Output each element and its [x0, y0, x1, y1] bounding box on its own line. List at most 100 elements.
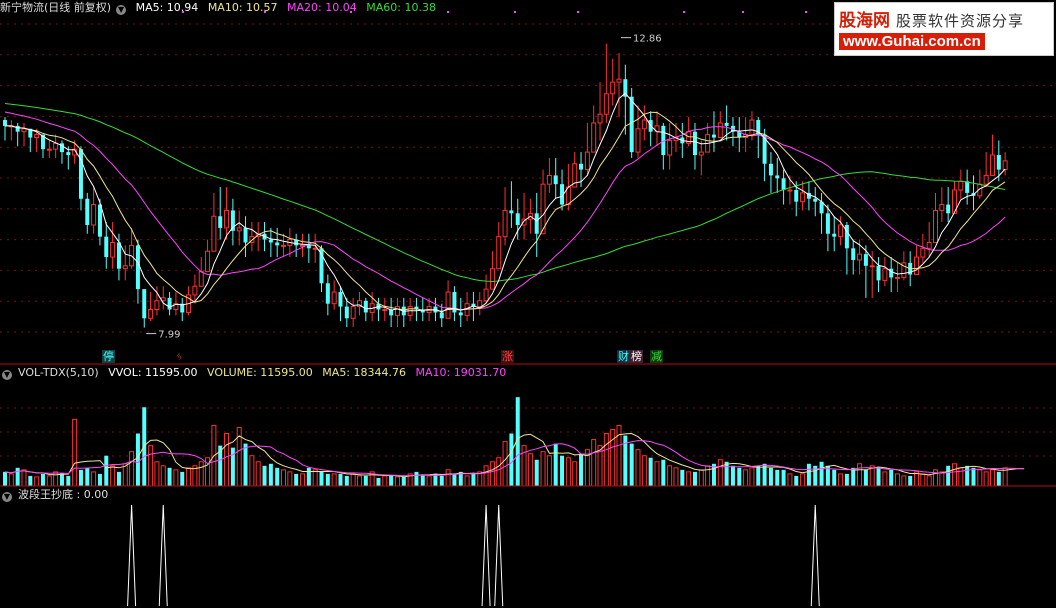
candle-body	[989, 154, 995, 176]
volume-bar	[775, 469, 780, 486]
event-marker-reduce[interactable]: 减	[650, 350, 663, 363]
volume-bar	[338, 473, 343, 486]
candle-body	[3, 120, 7, 126]
candle-body	[122, 265, 128, 270]
volume-bar	[401, 476, 406, 486]
candle-body	[926, 241, 932, 249]
candle-body	[91, 204, 97, 226]
candle-body	[641, 119, 647, 130]
volume-bar	[560, 455, 565, 486]
volume-bar	[965, 465, 970, 486]
candle-body	[85, 198, 90, 225]
indicator-name[interactable]: 波段王抄底 : 0.00	[18, 488, 108, 501]
volume-bar	[376, 477, 381, 486]
volume-bar	[939, 471, 945, 487]
volume-bar	[394, 476, 400, 487]
volume-bar	[268, 463, 273, 486]
candle-body	[794, 190, 799, 202]
volume-bar	[198, 461, 204, 487]
candle-body	[445, 291, 451, 319]
candle-body	[946, 204, 951, 214]
volume-bar	[635, 449, 641, 487]
stock-chart[interactable]: 12.86 7.99	[0, 0, 1056, 608]
candle-body	[958, 180, 964, 191]
candle-body	[711, 134, 716, 138]
candle-body	[344, 306, 349, 319]
gridlines	[0, 23, 1056, 457]
event-marker-limit-up[interactable]: 涨	[501, 350, 514, 363]
signal-spike	[481, 504, 491, 607]
candle-body	[584, 151, 590, 171]
volume-bar	[110, 465, 116, 487]
volume-bar	[540, 451, 546, 487]
candle-body	[717, 122, 723, 139]
candle-body	[46, 148, 52, 151]
window-title[interactable]: 新宁物流(日线 前复权)	[0, 1, 111, 14]
candle-body	[477, 300, 483, 308]
expand-icon[interactable]: ▼	[2, 370, 12, 380]
candle-body	[876, 265, 881, 281]
candle-body	[502, 209, 508, 238]
volume-bar	[844, 473, 849, 486]
volume-bar	[680, 469, 685, 486]
candle-body	[983, 174, 989, 185]
candle-body	[933, 209, 939, 243]
candle-body	[243, 227, 248, 243]
candle-body	[800, 192, 806, 203]
period-marker	[683, 11, 685, 13]
vol-indicator-name[interactable]: VOL-TDX(5,10)	[18, 366, 99, 379]
volume-bar	[249, 455, 255, 487]
volume-bar	[445, 469, 451, 487]
expand-icon[interactable]: ▼	[2, 492, 12, 502]
candle-body	[275, 242, 280, 246]
period-marker	[742, 11, 744, 13]
candle-body	[34, 134, 40, 139]
candle-body	[1002, 160, 1008, 171]
candle-body	[104, 236, 109, 258]
candle-body	[698, 151, 704, 156]
watermark-url: www.Guhai.com.cn	[839, 33, 985, 50]
volume-bar	[654, 461, 660, 487]
volume-bar	[698, 469, 704, 487]
volume-bar	[819, 461, 824, 486]
candle-body	[496, 236, 502, 270]
volume-panel[interactable]	[3, 397, 1025, 487]
price-panel[interactable]: 12.86 7.99	[3, 11, 1008, 341]
candle-body	[515, 213, 520, 225]
candle-body	[15, 125, 20, 132]
candle-body	[382, 309, 388, 312]
volume-bar	[160, 465, 166, 487]
volume-bar	[603, 433, 609, 487]
indicator-panel[interactable]	[127, 504, 820, 607]
volume-bar	[344, 475, 349, 486]
event-marker-red[interactable]: ᛃ	[175, 350, 184, 363]
candle-body	[167, 297, 172, 310]
candle-body	[838, 224, 844, 238]
volume-bar	[8, 473, 14, 487]
volume-bar	[312, 469, 318, 487]
candle-body	[610, 81, 616, 95]
event-marker-finance[interactable]: 财	[617, 350, 630, 363]
volume-bar	[135, 433, 140, 486]
volume-bar	[686, 471, 692, 487]
candle-body	[211, 215, 217, 252]
volume-bar	[97, 473, 102, 486]
volume-bar	[382, 475, 388, 487]
volume-bar	[832, 469, 837, 486]
candle-body	[692, 131, 697, 156]
volume-bar	[262, 465, 267, 486]
volume-bar	[78, 469, 83, 486]
volume-bar	[946, 465, 951, 486]
event-marker-halt[interactable]: 停	[102, 350, 115, 363]
expand-icon[interactable]: ▼	[116, 5, 127, 15]
candle-body	[483, 288, 489, 302]
candle-body	[66, 152, 71, 156]
candle-body	[635, 128, 641, 153]
event-marker-billboard[interactable]: 榜	[630, 350, 643, 363]
candle-body	[394, 306, 400, 316]
candle-body	[142, 289, 147, 319]
candle-body	[825, 213, 830, 234]
volume-bar	[730, 465, 735, 486]
volume-bar	[572, 461, 578, 487]
volume-bar	[629, 443, 634, 486]
